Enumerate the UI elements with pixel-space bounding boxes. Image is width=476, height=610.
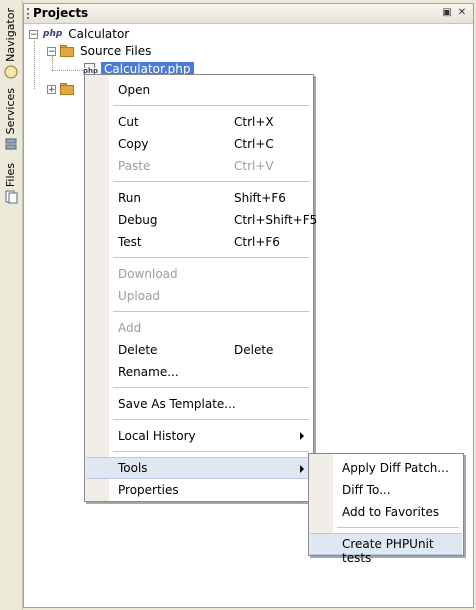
context-menu: Open Cut Ctrl+X Copy Ctrl+C Paste Ctrl+V…: [84, 74, 317, 502]
menu-item-debug[interactable]: Debug Ctrl+Shift+F5: [86, 209, 317, 231]
tree-node-collapsed[interactable]: +: [47, 81, 80, 97]
menu-item-paste[interactable]: Paste Ctrl+V: [86, 155, 312, 177]
submenu-arrow-icon: [300, 432, 304, 440]
menu-separator: [113, 105, 309, 106]
side-tool-strip: Navigator Services Files: [0, 0, 23, 610]
files-tab-label: Files: [4, 163, 17, 188]
menu-item-copy[interactable]: Copy Ctrl+C: [86, 133, 312, 155]
close-icon[interactable]: ✕: [456, 7, 468, 19]
project-label: Calculator: [68, 27, 130, 41]
menu-separator: [113, 387, 309, 388]
menu-separator: [113, 419, 309, 420]
files-icon: [5, 190, 18, 204]
menu-item-run[interactable]: Run Shift+F6: [86, 187, 312, 209]
menu-item-apply-diff-patch[interactable]: Apply Diff Patch...: [310, 457, 462, 479]
tree-node-source-files[interactable]: − Source Files: [47, 43, 151, 59]
submenu-arrow-icon: [300, 465, 304, 473]
navigator-tab[interactable]: Navigator: [1, 8, 21, 79]
collapse-icon[interactable]: −: [47, 46, 56, 56]
menu-separator: [113, 181, 309, 182]
php-project-icon: php: [42, 29, 64, 39]
tools-submenu: Apply Diff Patch... Diff To... Add to Fa…: [308, 453, 464, 565]
panel-title: Projects: [33, 6, 89, 20]
minimize-icon[interactable]: ▣: [441, 7, 453, 19]
menu-item-upload[interactable]: Upload: [86, 285, 312, 307]
menu-separator: [337, 527, 459, 528]
menu-item-test[interactable]: Test Ctrl+F6: [86, 231, 312, 253]
drag-grip[interactable]: [27, 8, 32, 19]
navigator-tab-label: Navigator: [4, 8, 17, 62]
services-tab-label: Services: [4, 88, 17, 135]
menu-item-delete[interactable]: Delete Delete: [86, 339, 312, 361]
services-tab[interactable]: Services: [1, 88, 21, 151]
menu-item-add-to-favorites[interactable]: Add to Favorites: [310, 501, 462, 523]
source-files-label: Source Files: [80, 44, 152, 58]
menu-separator: [113, 451, 309, 452]
folder-icon: [60, 45, 74, 57]
collapse-icon[interactable]: −: [29, 29, 38, 39]
menu-item-save-as-template[interactable]: Save As Template...: [86, 393, 312, 415]
menu-item-add[interactable]: Add: [86, 317, 312, 339]
navigator-icon: [4, 65, 18, 79]
files-tab[interactable]: Files: [1, 163, 21, 204]
tree-guide-line: [34, 41, 35, 89]
folder-icon: [60, 83, 74, 95]
menu-item-local-history[interactable]: Local History: [86, 425, 312, 447]
panel-header: Projects ▣ ✕: [24, 4, 473, 24]
menu-item-create-phpunit-tests[interactable]: Create PHPUnit tests: [310, 533, 462, 565]
services-icon: [5, 138, 17, 150]
expand-icon[interactable]: +: [47, 84, 56, 94]
menu-item-open[interactable]: Open: [86, 79, 312, 101]
menu-separator: [113, 311, 309, 312]
menu-item-download[interactable]: Download: [86, 263, 312, 285]
tree-guide-line: [52, 70, 82, 71]
menu-item-rename[interactable]: Rename...: [86, 361, 312, 383]
menu-separator: [113, 257, 309, 258]
menu-item-diff-to[interactable]: Diff To...: [310, 479, 462, 501]
menu-item-properties[interactable]: Properties: [86, 479, 312, 501]
tree-node-project[interactable]: − php Calculator: [29, 26, 129, 42]
menu-item-cut[interactable]: Cut Ctrl+X: [86, 111, 312, 133]
menu-item-tools[interactable]: Tools: [86, 457, 312, 479]
